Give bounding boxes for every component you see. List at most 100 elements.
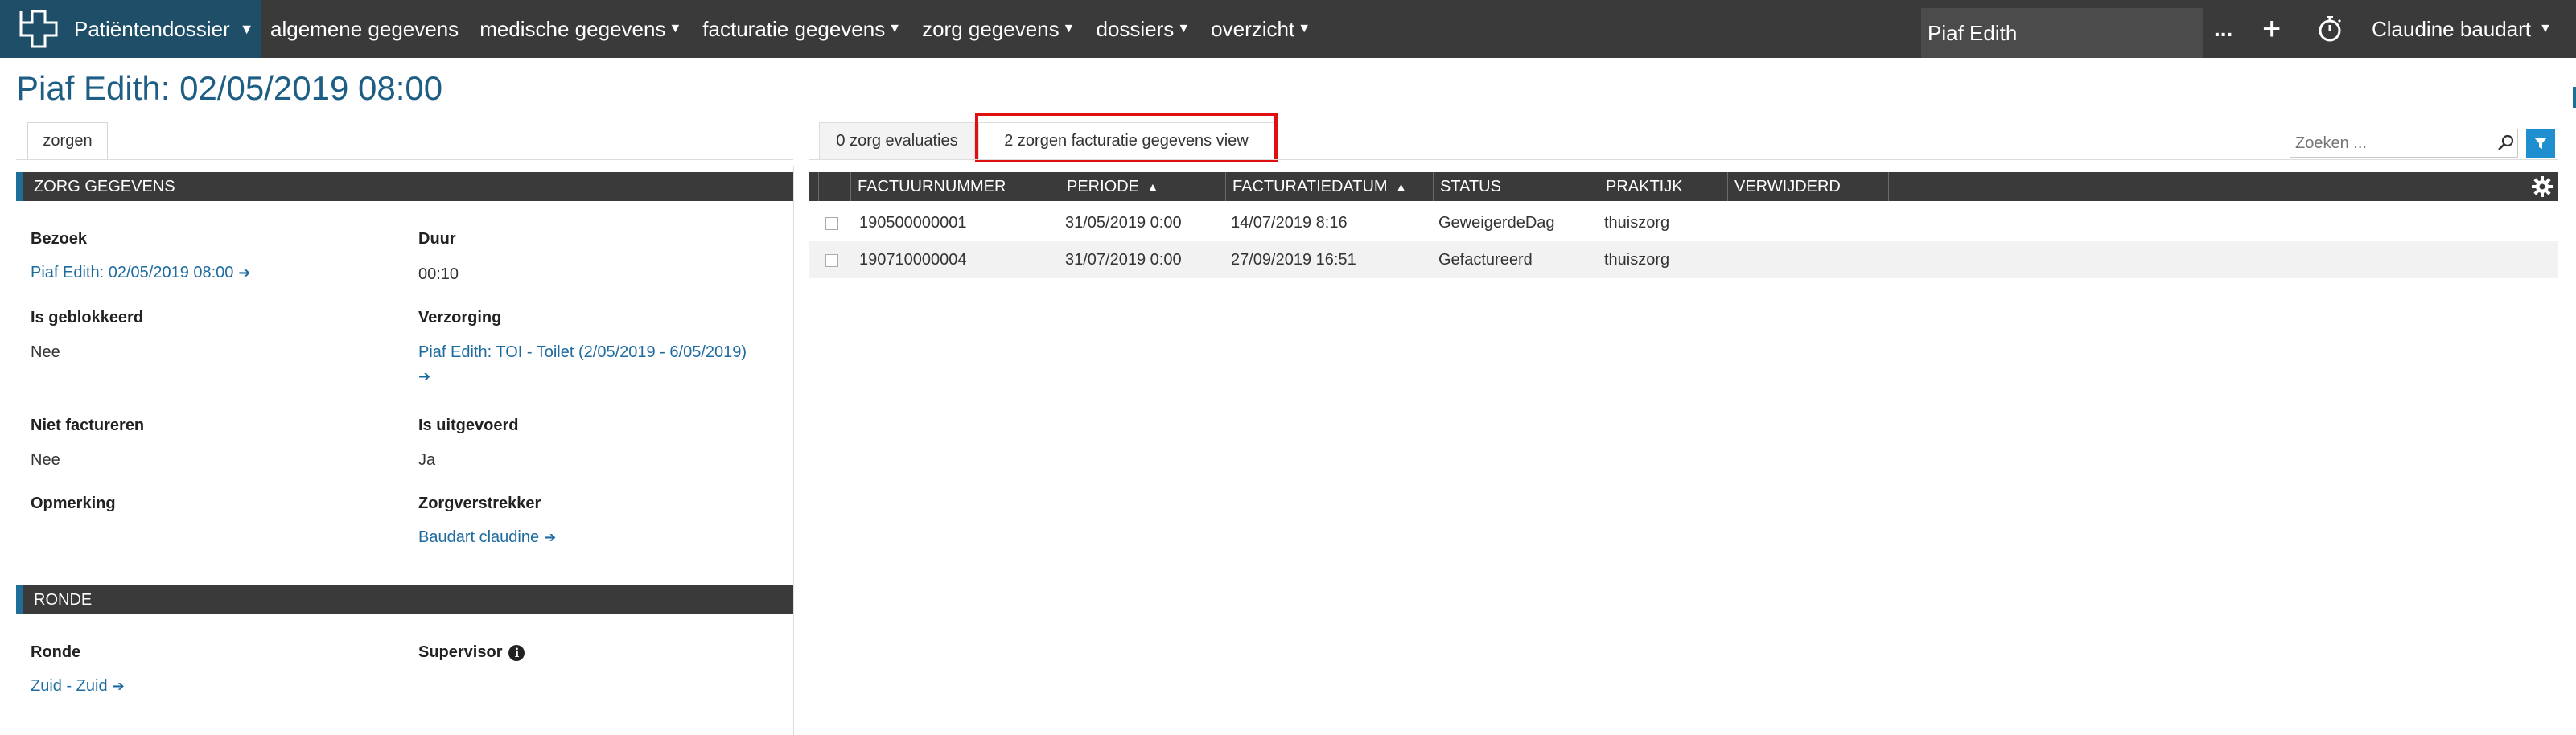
cell-facturatiedatum: 14/07/2019 8:16 xyxy=(1231,213,1348,232)
filter-button[interactable] xyxy=(2526,129,2555,158)
cell-praktijk: thuiszorg xyxy=(1604,213,1670,232)
column-label: PERIODE xyxy=(1067,177,1140,195)
row-checkbox[interactable] xyxy=(825,217,838,230)
menu-label: overzicht xyxy=(1211,16,1295,41)
search-input[interactable] xyxy=(2290,129,2518,158)
menu-algemene-gegevens[interactable]: algemene gegevens xyxy=(270,17,459,42)
field-label-opmerking: Opmerking xyxy=(31,495,116,512)
brand-label: Patiëntendossier xyxy=(74,16,230,41)
column-header-periode[interactable]: PERIODE ▲ xyxy=(1060,172,1226,201)
tab-zorg-evaluaties[interactable]: 0 zorg evaluaties xyxy=(819,122,975,159)
top-navigation-bar: Patiëntendossier ▼ algemene gegevens med… xyxy=(0,0,2576,58)
user-menu[interactable]: Claudine baudart ▼ xyxy=(2372,0,2552,58)
link-zorgverstrekker[interactable]: Baudart claudine ➔ xyxy=(418,528,556,547)
field-value-is-uitgevoerd: Ja xyxy=(418,451,436,469)
user-name: Claudine baudart xyxy=(2372,16,2532,41)
cell-periode: 31/05/2019 0:00 xyxy=(1065,213,1182,232)
caret-down-icon: ▼ xyxy=(1298,22,1311,35)
arrow-right-icon: ➔ xyxy=(418,368,431,384)
row-checkbox[interactable] xyxy=(825,254,838,267)
info-icon[interactable]: i xyxy=(508,644,525,661)
patient-selector[interactable]: Piaf Edith xyxy=(1921,8,2203,58)
cell-status: GeweigerdeDag xyxy=(1438,213,1555,232)
chevron-down-icon: ▼ xyxy=(2539,22,2552,35)
field-label-is-geblokkeerd: Is geblokkeerd xyxy=(31,309,144,326)
grid-header-select-col xyxy=(819,172,851,201)
field-label-niet-factureren: Niet factureren xyxy=(31,417,145,434)
column-header-factuurnummer[interactable]: FACTUURNUMMER xyxy=(851,172,1060,201)
grid-header: FACTUURNUMMER PERIODE ▲ FACTURATIEDATUM ▲ … xyxy=(809,172,2558,201)
cell-facturatiedatum: 27/09/2019 16:51 xyxy=(1231,250,1356,269)
field-label-duur: Duur xyxy=(418,230,456,248)
arrow-right-icon: ➔ xyxy=(112,678,125,694)
section-header-zorg-gegevens: ZORG GEGEVENS xyxy=(16,172,793,201)
column-header-verwijderd[interactable]: VERWIJDERD xyxy=(1728,172,1889,201)
cell-status: Gefactureerd xyxy=(1438,250,1533,269)
search-icon[interactable] xyxy=(2496,133,2516,153)
menu-zorg-gegevens[interactable]: zorg gegevens ▼ xyxy=(922,17,1075,42)
table-row[interactable]: 190500000001 31/05/2019 0:00 14/07/2019 … xyxy=(809,204,2558,241)
column-label: FACTURATIEDATUM xyxy=(1232,177,1388,195)
link-zorgverstrekker-text: Baudart claudine xyxy=(418,528,540,546)
link-verzorging[interactable]: Piaf Edith: TOI - Toilet (2/05/2019 - 6/… xyxy=(418,340,772,388)
filter-icon xyxy=(2534,138,2547,149)
caret-down-icon: ▼ xyxy=(669,22,682,35)
stopwatch-icon[interactable] xyxy=(2317,0,2343,58)
supervisor-label-text: Supervisor xyxy=(418,643,503,661)
column-label: STATUS xyxy=(1440,177,1501,195)
link-ronde[interactable]: Zuid - Zuid ➔ xyxy=(31,677,125,696)
field-value-duur: 00:10 xyxy=(418,265,459,283)
cell-factuurnummer: 190710000004 xyxy=(859,250,967,269)
menu-label: medische gegevens xyxy=(479,16,666,41)
field-label-verzorging: Verzorging xyxy=(418,309,502,326)
field-label-is-uitgevoerd: Is uitgevoerd xyxy=(418,417,519,434)
menu-overzicht[interactable]: overzicht ▼ xyxy=(1211,17,1311,42)
menu-label: dossiers xyxy=(1096,16,1175,41)
menu-medische-gegevens[interactable]: medische gegevens ▼ xyxy=(479,17,681,42)
main-menu: algemene gegevens medische gegevens ▼ fac… xyxy=(270,0,1331,58)
arrow-right-icon: ➔ xyxy=(544,529,557,545)
menu-label: algemene gegevens xyxy=(270,16,459,41)
gear-icon[interactable] xyxy=(2531,175,2553,198)
caret-down-icon: ▼ xyxy=(1177,22,1191,35)
field-value-niet-factureren: Nee xyxy=(31,451,60,469)
link-bezoek-text: Piaf Edith: 02/05/2019 08:00 xyxy=(31,264,234,281)
cell-factuurnummer: 190500000001 xyxy=(859,213,967,232)
column-label: VERWIJDERD xyxy=(1734,177,1841,195)
field-label-ronde: Ronde xyxy=(31,643,81,661)
field-value-is-geblokkeerd: Nee xyxy=(31,343,60,361)
field-label-bezoek: Bezoek xyxy=(31,230,88,248)
patient-name: Piaf Edith xyxy=(1928,20,2018,45)
table-row[interactable]: 190710000004 31/07/2019 0:00 27/09/2019 … xyxy=(809,241,2558,278)
link-ronde-text: Zuid - Zuid xyxy=(31,677,108,695)
link-verzorging-text: Piaf Edith: TOI - Toilet (2/05/2019 - 6/… xyxy=(418,343,747,361)
sort-ascending-icon: ▲ xyxy=(1395,180,1407,193)
menu-facturatie-gegevens[interactable]: facturatie gegevens ▼ xyxy=(702,17,901,42)
cell-praktijk: thuiszorg xyxy=(1604,250,1670,269)
highlight-box xyxy=(975,113,1278,162)
more-menu-button[interactable]: ... xyxy=(2214,0,2232,58)
arrow-right-icon: ➔ xyxy=(238,265,251,281)
column-label: FACTUURNUMMER xyxy=(858,177,1006,195)
chevron-down-icon: ▼ xyxy=(239,20,254,37)
caret-down-icon: ▼ xyxy=(1062,22,1076,35)
sort-ascending-icon: ▲ xyxy=(1147,180,1158,193)
panel-divider xyxy=(793,166,794,735)
logo-cross-icon xyxy=(19,10,58,48)
section-header-ronde: RONDE xyxy=(16,585,793,614)
caret-down-icon: ▼ xyxy=(888,22,902,35)
cell-periode: 31/07/2019 0:00 xyxy=(1065,250,1182,269)
grid-header-checkbox-col xyxy=(809,172,819,201)
menu-label: zorg gegevens xyxy=(922,16,1060,41)
column-header-facturatiedatum[interactable]: FACTURATIEDATUM ▲ xyxy=(1226,172,1434,201)
column-label: PRAKTIJK xyxy=(1606,177,1683,195)
plus-icon[interactable]: + xyxy=(2262,0,2281,58)
field-label-zorgverstrekker: Zorgverstrekker xyxy=(418,495,541,512)
tab-divider xyxy=(809,159,2558,160)
menu-dossiers[interactable]: dossiers ▼ xyxy=(1096,17,1190,42)
column-header-praktijk[interactable]: PRAKTIJK xyxy=(1599,172,1728,201)
tab-zorgen[interactable]: zorgen xyxy=(27,122,108,159)
brand-menu[interactable]: Patiëntendossier ▼ xyxy=(0,0,261,58)
column-header-status[interactable]: STATUS xyxy=(1434,172,1599,201)
link-bezoek[interactable]: Piaf Edith: 02/05/2019 08:00 ➔ xyxy=(31,264,251,282)
